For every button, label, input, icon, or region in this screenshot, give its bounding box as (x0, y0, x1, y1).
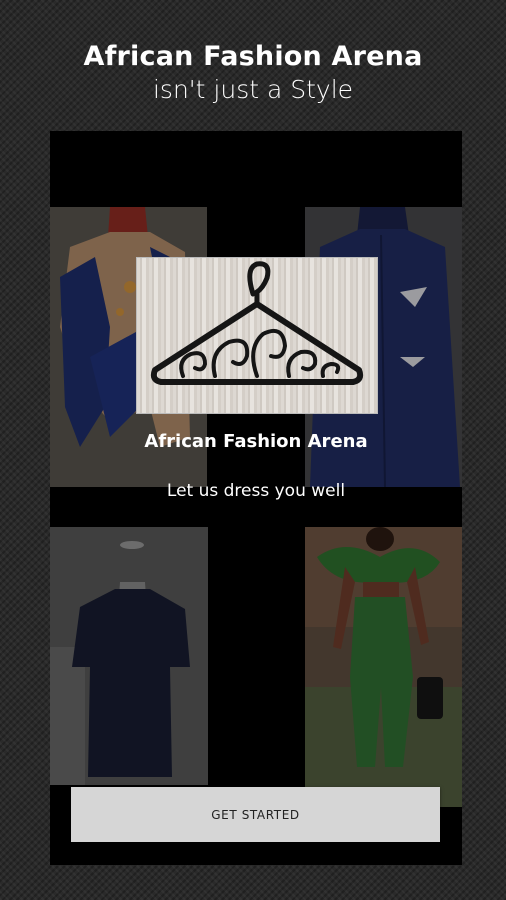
app-tagline: Let us dress you well (166, 481, 346, 501)
get-started-button[interactable]: GET STARTED (71, 787, 440, 842)
app-logo (136, 257, 378, 414)
promo-title: African Fashion Arena (83, 41, 423, 72)
fashion-photo-black-kaftan (50, 527, 208, 785)
app-name: African Fashion Arena (144, 431, 368, 452)
fashion-photo-green-ruffle (305, 527, 462, 807)
promo-subtitle: isn't just a Style (152, 75, 354, 104)
app-screen: African Fashion Arena Let us dress you w… (50, 131, 462, 865)
